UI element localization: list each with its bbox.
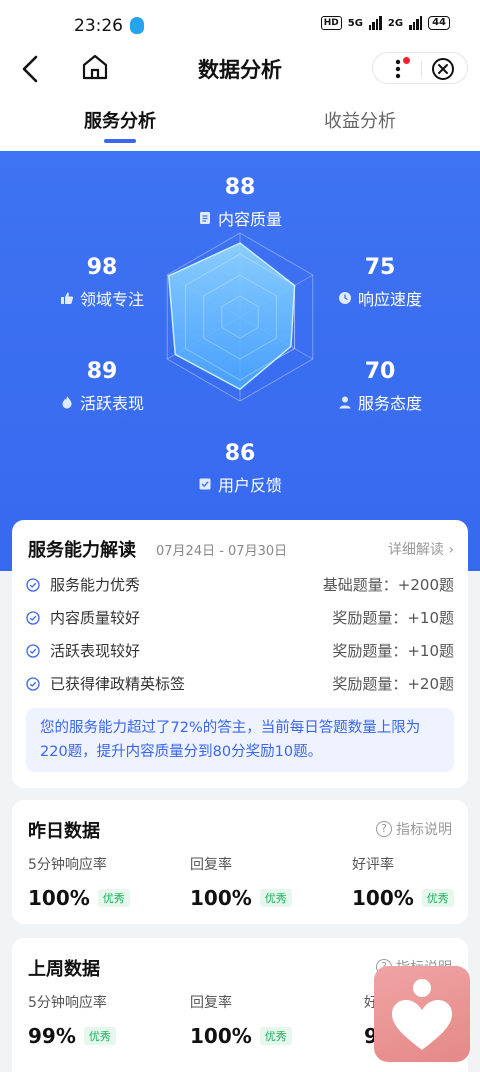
- metric-domain-focus: 98 领域专注: [42, 255, 162, 310]
- card-title: 服务能力解读: [28, 540, 136, 561]
- metric-help-link[interactable]: ?指标说明: [376, 819, 452, 839]
- floating-assistant-button[interactable]: [374, 966, 470, 1062]
- item-reward: 奖励题量：+10题: [332, 609, 454, 627]
- list-item: 服务能力优秀 基础题量：+200题: [26, 568, 454, 601]
- radar-value-area: [167, 242, 296, 391]
- hd-icon: HD: [320, 16, 342, 30]
- detail-link-label: 详细解读: [387, 542, 444, 558]
- metric-service-attitude: 70 服务态度: [320, 359, 440, 414]
- stat-label: 好评率: [352, 857, 394, 873]
- metric-label: 内容质量: [217, 210, 282, 229]
- item-text: 已获得律政精英标签: [50, 675, 186, 693]
- chevron-right-icon: ›: [448, 542, 454, 558]
- status-bar: 23:26 HD 5G 2G 44: [0, 0, 480, 52]
- flame-icon: [62, 396, 72, 409]
- list-item: 活跃表现较好 奖励题量：+10题: [26, 634, 454, 667]
- signal-icon: [368, 16, 382, 30]
- stat-positive-rate: 好评率 100% 优秀: [352, 854, 480, 910]
- tab-service-analysis[interactable]: 服务分析: [0, 107, 240, 133]
- stat-label: 回复率: [190, 995, 232, 1011]
- network-2g-label: 2G: [387, 17, 404, 29]
- stat-value: 100%: [352, 886, 414, 910]
- close-icon[interactable]: [431, 57, 455, 81]
- metric-value: 75: [364, 255, 396, 280]
- metric-value: 86: [224, 441, 256, 466]
- metric-value: 89: [86, 359, 118, 384]
- status-badge: 优秀: [97, 889, 130, 907]
- metric-label: 响应速度: [357, 290, 422, 309]
- active-tab-indicator: [104, 139, 136, 143]
- stat-label: 5分钟响应率: [28, 857, 107, 873]
- item-reward: 奖励题量：+20题: [332, 675, 454, 693]
- metric-content-quality: 88 内容质量: [170, 175, 310, 230]
- list-item: 内容质量较好 奖励题量：+10题: [26, 601, 454, 634]
- clock-icon: [338, 292, 351, 304]
- item-text: 内容质量较好: [50, 609, 141, 627]
- document-icon: [199, 212, 210, 224]
- metric-value: 70: [364, 359, 396, 384]
- mini-program-capsule: [372, 52, 468, 84]
- metric-label: 领域专注: [79, 290, 144, 309]
- detail-link[interactable]: 详细解读 ›: [388, 539, 454, 559]
- check-circle-icon: [26, 676, 40, 691]
- metric-label: 服务态度: [357, 394, 422, 413]
- status-badge: 优秀: [421, 889, 454, 907]
- service-ability-card: 服务能力解读 07月24日 - 07月30日 详细解读 › 服务能力优秀 基础题…: [12, 520, 468, 788]
- item-reward: 基础题量：+200题: [322, 576, 454, 594]
- check-circle-icon: [26, 610, 40, 625]
- heart-person-icon: [392, 979, 452, 1050]
- stat-value: 99%: [28, 1024, 76, 1048]
- stat-reply-rate: 回复率 100% 优秀: [190, 992, 340, 1048]
- stat-response-rate: 5分钟响应率 99% 优秀: [28, 992, 178, 1048]
- radar-panel: 88 内容质量 75 响应速度 70 服务态度 86 用户反馈 89 活跃表现 …: [0, 151, 480, 571]
- ability-tip: 您的服务能力超过了72%的答主，当前每日答题数量上限为220题，提升内容质量分到…: [26, 708, 454, 772]
- tab-income-analysis[interactable]: 收益分析: [240, 107, 480, 133]
- network-5g-label: 5G: [347, 17, 363, 29]
- check-circle-icon: [26, 643, 40, 658]
- status-badge: 优秀: [259, 1027, 292, 1045]
- yesterday-data-card: 昨日数据 ? 指标说明 5分钟响应率 100% 优秀 回复率 100% 优秀 好评率 …: [12, 800, 468, 924]
- metric-activity: 89 活跃表现: [42, 359, 162, 414]
- date-range: 07月24日 - 07月30日: [156, 544, 288, 559]
- help-label: 指标说明: [396, 822, 452, 838]
- status-badge: 优秀: [83, 1027, 116, 1045]
- item-reward: 奖励题量：+10题: [332, 642, 454, 660]
- capsule-divider: [421, 61, 422, 77]
- feedback-icon: [199, 478, 211, 490]
- battery-icon: 44: [428, 16, 450, 30]
- metric-value: 88: [224, 175, 256, 200]
- item-text: 活跃表现较好: [50, 642, 141, 660]
- question-icon: ?: [376, 821, 392, 837]
- status-indicators: HD 5G 2G 44: [320, 16, 450, 30]
- card-title: 上周数据: [28, 959, 100, 980]
- stat-value: 100%: [190, 1024, 252, 1048]
- qq-notification-icon: [130, 17, 144, 34]
- status-badge: 优秀: [259, 889, 292, 907]
- notification-dot: [403, 57, 410, 64]
- thumb-up-icon: [60, 292, 74, 304]
- check-circle-icon: [26, 577, 40, 592]
- metric-response-speed: 75 响应速度: [320, 255, 440, 310]
- metric-value: 98: [86, 255, 118, 280]
- tab-bar: 服务分析 收益分析: [0, 94, 480, 151]
- metric-label: 用户反馈: [217, 476, 282, 495]
- metric-label: 活跃表现: [79, 394, 144, 413]
- item-text: 服务能力优秀: [50, 576, 141, 594]
- ability-list: 服务能力优秀 基础题量：+200题 内容质量较好 奖励题量：+10题 活跃表现较…: [26, 568, 454, 700]
- stat-value: 100%: [28, 886, 90, 910]
- list-item: 已获得律政精英标签 奖励题量：+20题: [26, 667, 454, 700]
- card-title: 昨日数据: [28, 821, 100, 842]
- stat-reply-rate: 回复率 100% 优秀: [190, 854, 340, 910]
- nav-bar: 数据分析: [0, 52, 480, 94]
- more-icon[interactable]: [395, 58, 401, 80]
- stat-label: 回复率: [190, 857, 232, 873]
- stat-label: 5分钟响应率: [28, 995, 107, 1011]
- status-time: 23:26: [74, 16, 123, 36]
- metric-user-feedback: 86 用户反馈: [170, 441, 310, 496]
- signal-icon-2: [409, 16, 423, 30]
- stat-value: 100%: [190, 886, 252, 910]
- stat-response-rate: 5分钟响应率 100% 优秀: [28, 854, 178, 910]
- person-icon: [339, 396, 351, 409]
